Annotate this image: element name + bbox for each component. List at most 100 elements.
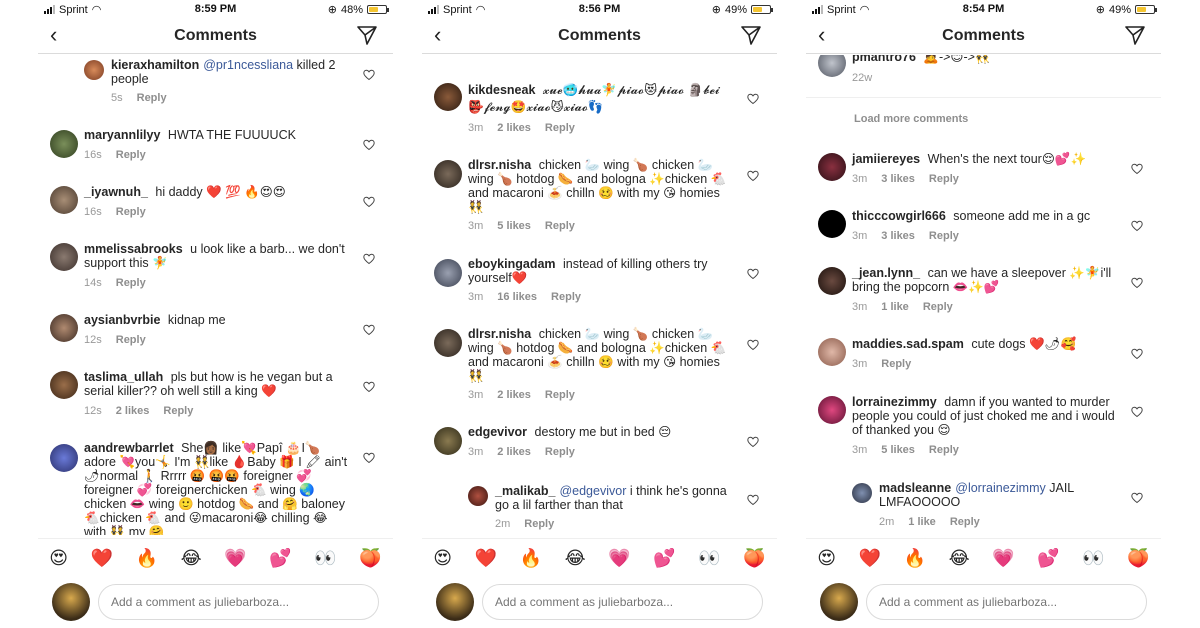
emoji-button[interactable]: 👀 — [698, 548, 720, 569]
avatar[interactable] — [818, 338, 846, 366]
like-count[interactable]: 5 likes — [881, 444, 915, 456]
heart-icon[interactable] — [1131, 163, 1143, 175]
heart-icon[interactable] — [363, 253, 375, 265]
emoji-button[interactable]: 😍 — [433, 548, 452, 569]
comment-username[interactable]: dlrsr.nisha — [468, 158, 531, 172]
comment-username[interactable]: lorrainezimmy — [852, 395, 937, 409]
like-count[interactable]: 2 likes — [497, 122, 531, 134]
comment-input[interactable] — [98, 584, 379, 620]
comment-username[interactable]: pmantro76 — [852, 55, 916, 64]
emoji-button[interactable]: 🍑 — [743, 548, 765, 569]
emoji-button[interactable]: 👀 — [1082, 548, 1104, 569]
comment-username[interactable]: maddies.sad.spam — [852, 337, 964, 351]
comment-username[interactable]: _jean.lynn_ — [852, 266, 920, 280]
like-count[interactable]: 2 likes — [497, 389, 531, 401]
comment-username[interactable]: thicccowgirl666 — [852, 209, 946, 223]
like-count[interactable]: 2 likes — [116, 405, 150, 417]
comment-username[interactable]: madsleanne — [879, 481, 951, 495]
emoji-button[interactable]: 😂 — [181, 548, 202, 569]
heart-icon[interactable] — [1131, 220, 1143, 232]
avatar[interactable] — [852, 483, 872, 503]
emoji-button[interactable]: 💕 — [1037, 548, 1059, 569]
emoji-button[interactable]: 🔥 — [136, 548, 158, 569]
comment-username[interactable]: edgevivor — [468, 425, 527, 439]
heart-icon[interactable] — [747, 93, 759, 105]
emoji-button[interactable]: 👀 — [314, 548, 336, 569]
avatar[interactable] — [434, 160, 462, 188]
comment-username[interactable]: jamiiereyes — [852, 152, 920, 166]
emoji-button[interactable]: 🔥 — [904, 548, 926, 569]
emoji-button[interactable]: 💕 — [653, 548, 675, 569]
emoji-button[interactable]: 😍 — [49, 548, 68, 569]
avatar[interactable] — [434, 329, 462, 357]
avatar[interactable] — [818, 267, 846, 295]
comment-mention[interactable]: @edgevivor — [559, 484, 626, 498]
like-count[interactable]: 1 like — [908, 516, 936, 528]
emoji-button[interactable]: ❤️ — [859, 548, 881, 569]
like-count[interactable]: 16 likes — [497, 291, 537, 303]
reply-button[interactable]: Reply — [137, 92, 167, 104]
heart-icon[interactable] — [747, 494, 759, 506]
avatar[interactable] — [50, 444, 78, 472]
heart-icon[interactable] — [363, 139, 375, 151]
avatar[interactable] — [818, 55, 846, 77]
like-count[interactable]: 2 likes — [497, 446, 531, 458]
heart-icon[interactable] — [363, 381, 375, 393]
load-more-button[interactable]: Load more comments — [854, 113, 968, 125]
heart-icon[interactable] — [363, 452, 375, 464]
avatar[interactable] — [434, 83, 462, 111]
avatar[interactable] — [818, 153, 846, 181]
reply-button[interactable]: Reply — [881, 358, 911, 370]
comment-username[interactable]: aandrewbarrlet — [84, 441, 174, 455]
heart-icon[interactable] — [1131, 492, 1143, 504]
avatar[interactable] — [468, 486, 488, 506]
avatar[interactable] — [50, 243, 78, 271]
heart-icon[interactable] — [747, 170, 759, 182]
like-count[interactable]: 5 likes — [497, 220, 531, 232]
comment-username[interactable]: mmelissabrooks — [84, 242, 183, 256]
avatar[interactable] — [50, 130, 78, 158]
comment-username[interactable]: eboykingadam — [468, 257, 556, 271]
heart-icon[interactable] — [363, 324, 375, 336]
comment-mention[interactable]: @pr1ncessliana — [203, 58, 293, 72]
emoji-button[interactable]: 😍 — [817, 548, 836, 569]
reply-button[interactable]: Reply — [116, 334, 146, 346]
comment-mention[interactable]: @lorrainezimmy — [955, 481, 1045, 495]
comment-username[interactable]: maryannlilyy — [84, 128, 160, 142]
comment-input[interactable] — [866, 584, 1147, 620]
comment-username[interactable]: taslima_ullah — [84, 370, 163, 384]
heart-icon[interactable] — [747, 268, 759, 280]
avatar[interactable] — [818, 210, 846, 238]
comment-username[interactable]: aysianbvrbie — [84, 313, 160, 327]
reply-button[interactable]: Reply — [950, 516, 980, 528]
comment-username[interactable]: kieraxhamilton — [111, 58, 199, 72]
reply-button[interactable]: Reply — [545, 389, 575, 401]
emoji-button[interactable]: 💗 — [992, 548, 1014, 569]
like-count[interactable]: 3 likes — [881, 173, 915, 185]
emoji-button[interactable]: 🔥 — [520, 548, 542, 569]
reply-button[interactable]: Reply — [929, 173, 959, 185]
comment-username[interactable]: _iyawnuh_ — [84, 185, 148, 199]
heart-icon[interactable] — [1131, 348, 1143, 360]
reply-button[interactable]: Reply — [929, 230, 959, 242]
emoji-button[interactable]: 💗 — [608, 548, 630, 569]
avatar[interactable] — [84, 60, 104, 80]
send-icon[interactable] — [741, 25, 761, 45]
avatar[interactable] — [50, 186, 78, 214]
reply-button[interactable]: Reply — [116, 206, 146, 218]
reply-button[interactable]: Reply — [545, 220, 575, 232]
heart-icon[interactable] — [747, 339, 759, 351]
reply-button[interactable]: Reply — [116, 149, 146, 161]
heart-icon[interactable] — [1131, 406, 1143, 418]
comment-username[interactable]: dlrsr.nisha — [468, 327, 531, 341]
emoji-button[interactable]: 😂 — [565, 548, 586, 569]
like-count[interactable]: 1 like — [881, 301, 909, 313]
reply-button[interactable]: Reply — [524, 518, 554, 530]
reply-button[interactable]: Reply — [929, 444, 959, 456]
reply-button[interactable]: Reply — [923, 301, 953, 313]
heart-icon[interactable] — [747, 436, 759, 448]
reply-button[interactable]: Reply — [163, 405, 193, 417]
reply-button[interactable]: Reply — [116, 277, 146, 289]
reply-button[interactable]: Reply — [551, 291, 581, 303]
heart-icon[interactable] — [363, 69, 375, 81]
